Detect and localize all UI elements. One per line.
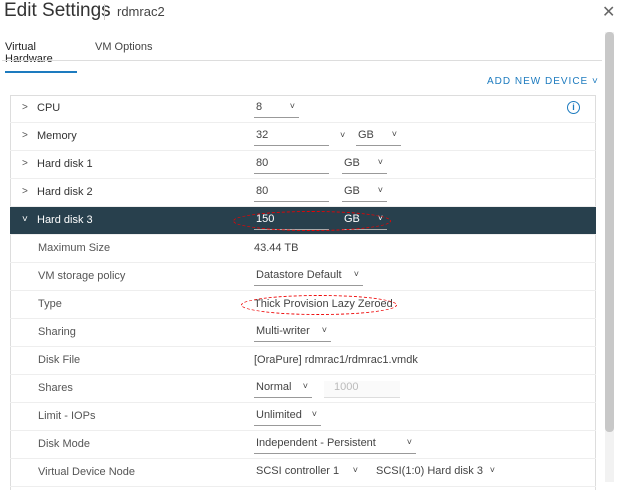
add-new-device-label: ADD NEW DEVICE: [487, 76, 589, 87]
chevron-down-icon: ˅: [377, 185, 383, 195]
device-label: Hard disk 1: [37, 158, 93, 170]
memory-value: 32: [256, 129, 269, 141]
chevron-down-icon: ˅: [352, 465, 358, 475]
shares-amount: 1000: [334, 381, 359, 393]
storage-policy-row: VM storage policy Datastore Default ˅: [10, 263, 596, 291]
cpu-value: 8: [256, 101, 263, 113]
close-icon[interactable]: ✕: [602, 2, 615, 22]
sharing-select[interactable]: Multi-writer ˅: [254, 325, 331, 342]
tab-virtual-hardware[interactable]: Virtual Hardware: [5, 41, 77, 73]
size-value: 80: [256, 157, 269, 169]
device-row-memory[interactable]: > Memory 32 ˅ GB ˅: [10, 123, 596, 151]
disk-mode-row: Disk Mode Independent - Persistent ˅: [10, 431, 596, 459]
dialog-title: Edit Settings: [4, 0, 111, 21]
chevron-right-icon[interactable]: >: [22, 130, 28, 141]
virtual-device-node-row: Virtual Device Node SCSI controller 1 ˅ S…: [10, 459, 596, 487]
field-label: Maximum Size: [38, 242, 111, 254]
chevron-right-icon[interactable]: >: [22, 158, 28, 169]
chevron-down-icon[interactable]: ˅: [22, 214, 28, 225]
limit-iops-select[interactable]: Unlimited ˅: [254, 409, 321, 426]
chevron-right-icon[interactable]: >: [22, 102, 28, 113]
chevron-down-icon: ˅: [302, 381, 308, 391]
field-label: Disk File: [38, 354, 81, 366]
field-label: Virtual Device Node: [38, 466, 136, 478]
chevron-right-icon[interactable]: >: [22, 186, 28, 197]
unit-value: GB: [358, 129, 374, 141]
shares-amount-input[interactable]: 1000: [324, 381, 400, 398]
controller-select[interactable]: SCSI controller 1 ˅: [254, 465, 362, 482]
disk2-size-input[interactable]: 80: [254, 185, 329, 202]
shares-row: Shares Normal ˅ 1000: [10, 375, 596, 403]
chevron-down-icon: ˅: [321, 325, 327, 335]
sharing-row: Sharing Multi-writer ˅: [10, 319, 596, 347]
field-label: VM storage policy: [38, 270, 126, 282]
vm-name: rdmrac2: [117, 4, 165, 19]
disk-mode-select[interactable]: Independent - Persistent ˅: [254, 437, 416, 454]
device-row-cpu[interactable]: > CPU 8 ˅: [10, 95, 596, 123]
unit-value: GB: [344, 185, 360, 197]
device-label: Hard disk 2: [37, 186, 93, 198]
shares-value: Normal: [256, 381, 292, 393]
sharing-value: Multi-writer: [256, 325, 310, 337]
disk-file-row: Disk File [OraPure] rdmrac1/rdmrac1.vmdk: [10, 347, 596, 375]
scrollbar-thumb[interactable]: [605, 32, 614, 432]
chevron-down-icon: ˅: [391, 129, 397, 139]
device-row-hard-disk-2[interactable]: > Hard disk 2 80 GB ˅: [10, 179, 596, 207]
shares-select[interactable]: Normal ˅: [254, 381, 312, 398]
memory-unit-select[interactable]: GB ˅: [356, 129, 401, 146]
chevron-down-icon: ˅: [289, 101, 295, 111]
add-new-device-button[interactable]: ADD NEW DEVICE ˅: [487, 76, 599, 87]
chevron-down-icon: ˅: [377, 157, 383, 167]
field-label: Type: [38, 298, 62, 310]
max-size-value: 43.44 TB: [254, 242, 299, 254]
disk2-unit-select[interactable]: GB ˅: [342, 185, 387, 202]
storage-policy-select[interactable]: Datastore Default ˅: [254, 269, 363, 286]
device-label: Memory: [37, 130, 77, 142]
highlight-annotation: [233, 211, 391, 231]
memory-input[interactable]: 32: [254, 129, 329, 146]
device-label: CPU: [37, 102, 61, 114]
disk1-size-input[interactable]: 80: [254, 157, 329, 174]
disk1-unit-select[interactable]: GB ˅: [342, 157, 387, 174]
controller-value: SCSI controller 1: [256, 465, 340, 477]
size-value: 80: [256, 185, 269, 197]
node-value: SCSI(1:0) Hard disk 3: [376, 465, 483, 477]
max-size-row: Maximum Size 43.44 TB: [10, 235, 596, 263]
limit-value: Unlimited: [256, 409, 302, 421]
device-row-hard-disk-1[interactable]: > Hard disk 1 80 GB ˅: [10, 151, 596, 179]
node-select[interactable]: SCSI(1:0) Hard disk 3 ˅: [374, 465, 499, 482]
limit-iops-row: Limit - IOPs Unlimited ˅: [10, 403, 596, 431]
chevron-down-icon: ˅: [311, 409, 317, 419]
chevron-down-icon: ˅: [406, 437, 412, 447]
tab-vm-options[interactable]: VM Options: [95, 41, 152, 59]
disk-file-value: [OraPure] rdmrac1/rdmrac1.vmdk: [254, 354, 418, 366]
info-icon[interactable]: i: [567, 101, 580, 114]
chevron-down-icon[interactable]: ˅: [340, 130, 345, 140]
title-divider: [104, 4, 105, 20]
chevron-down-icon: ˅: [489, 465, 495, 475]
field-label: Limit - IOPs: [38, 410, 96, 422]
disk-mode-value: Independent - Persistent: [256, 437, 376, 449]
device-label: Hard disk 3: [37, 214, 93, 226]
field-label: Sharing: [38, 326, 76, 338]
tab-divider: [2, 60, 602, 61]
policy-value: Datastore Default: [256, 269, 342, 281]
chevron-down-icon: ˅: [353, 269, 359, 279]
unit-value: GB: [344, 157, 360, 169]
field-label: Shares: [38, 382, 73, 394]
field-label: Disk Mode: [38, 438, 90, 450]
chevron-down-icon: ˅: [592, 76, 599, 87]
cpu-select[interactable]: 8 ˅: [254, 101, 299, 118]
highlight-annotation: [241, 295, 397, 315]
